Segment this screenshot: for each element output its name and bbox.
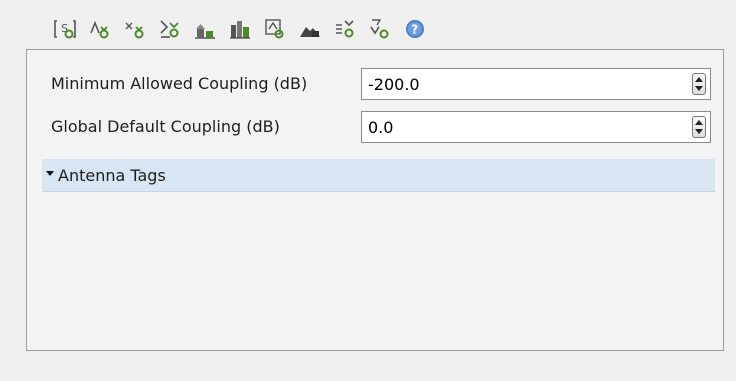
terrain-button[interactable] — [296, 16, 323, 43]
antenna-frame-button[interactable] — [261, 16, 288, 43]
antenna-coupling-button[interactable] — [156, 16, 183, 43]
add-tagged-antenna-icon — [123, 17, 147, 41]
city-coupling-button[interactable] — [226, 16, 253, 43]
antenna-tags-title: Antenna Tags — [58, 166, 166, 185]
minimum-allowed-coupling-spinbox[interactable]: -200.0 — [361, 68, 711, 100]
add-antenna-icon — [88, 17, 112, 41]
add-tagged-antenna-button[interactable] — [121, 16, 148, 43]
terrain-icon — [298, 17, 322, 41]
spin-up-icon[interactable] — [695, 77, 703, 82]
spin-up-icon[interactable] — [695, 120, 703, 125]
antenna-frame-icon — [263, 17, 287, 41]
select-antenna-button[interactable]: S — [51, 16, 78, 43]
help-icon: ? — [403, 17, 427, 41]
caret-down-icon[interactable] — [46, 171, 54, 176]
building-coupling-button[interactable] — [191, 16, 218, 43]
minimum-allowed-coupling-value[interactable]: -200.0 — [368, 75, 420, 95]
spin-arrows[interactable] — [692, 116, 706, 138]
settings-panel: Minimum Allowed Coupling (dB) -200.0 Glo… — [26, 49, 724, 351]
global-default-coupling-spinbox[interactable]: 0.0 — [361, 111, 711, 143]
antenna-group-button[interactable] — [331, 16, 358, 43]
spin-arrows[interactable] — [692, 73, 706, 95]
antenna-tags-section-header[interactable]: Antenna Tags — [42, 159, 715, 192]
spin-down-icon[interactable] — [695, 129, 703, 134]
global-default-coupling-label: Global Default Coupling (dB) — [51, 117, 280, 136]
toolbar: S ? — [51, 13, 428, 45]
spin-down-icon[interactable] — [695, 86, 703, 91]
select-antenna-icon: S — [53, 17, 77, 41]
building-coupling-icon — [193, 17, 217, 41]
antenna-tag-icon — [368, 17, 392, 41]
help-button[interactable]: ? — [401, 16, 428, 43]
antenna-group-icon — [333, 17, 357, 41]
add-antenna-button[interactable] — [86, 16, 113, 43]
global-default-coupling-value[interactable]: 0.0 — [368, 118, 393, 138]
minimum-allowed-coupling-row: Minimum Allowed Coupling (dB) -200.0 — [27, 68, 723, 100]
svg-text:S: S — [61, 22, 68, 35]
antenna-tag-button[interactable] — [366, 16, 393, 43]
global-default-coupling-row: Global Default Coupling (dB) 0.0 — [27, 111, 723, 143]
minimum-allowed-coupling-label: Minimum Allowed Coupling (dB) — [51, 74, 308, 93]
svg-text:?: ? — [411, 23, 418, 37]
antenna-coupling-icon — [158, 17, 182, 41]
city-coupling-icon — [228, 17, 252, 41]
